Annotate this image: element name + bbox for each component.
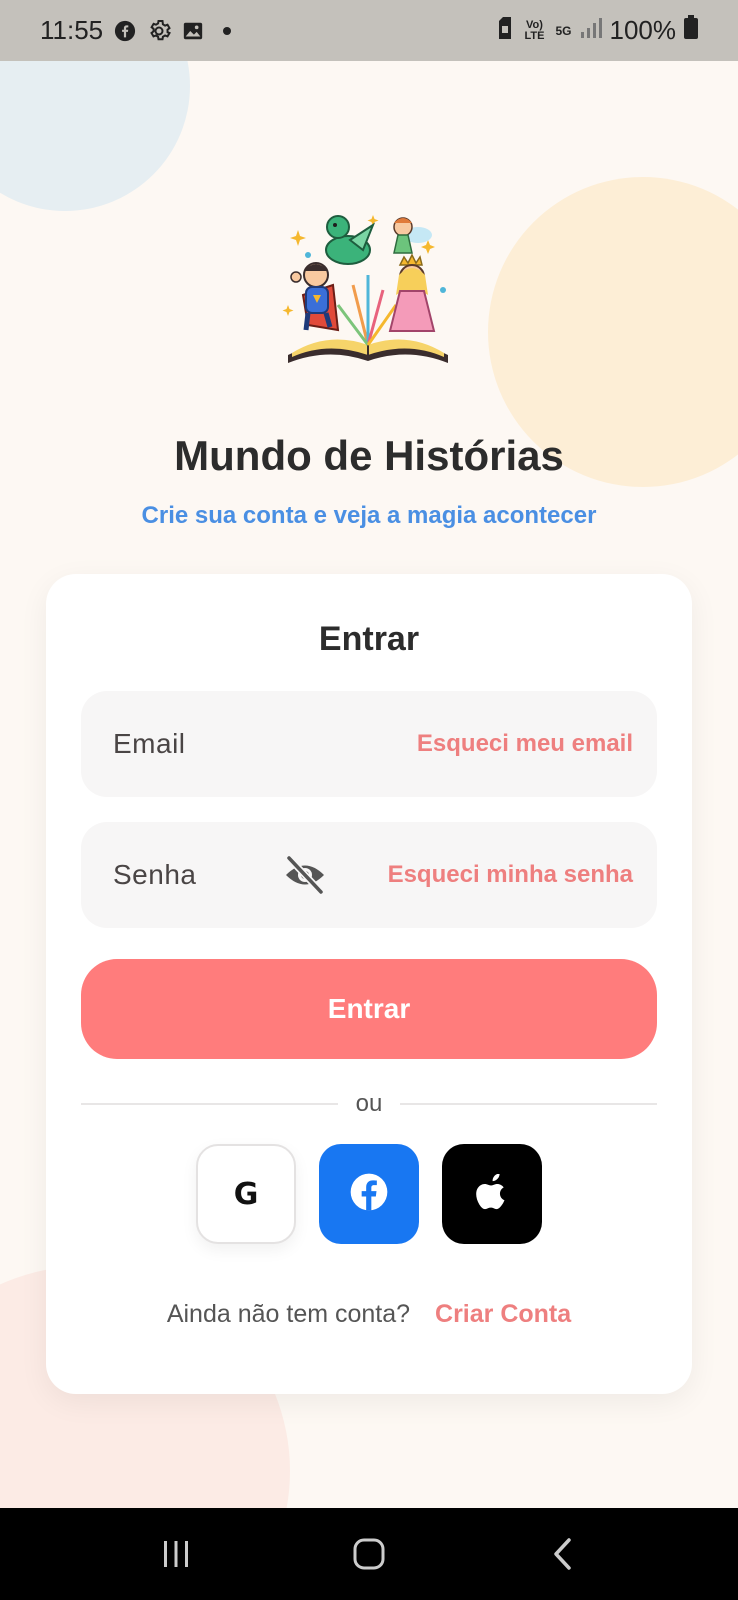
volte-label: Vo) LTE	[524, 18, 545, 42]
home-icon[interactable]	[339, 1524, 399, 1584]
or-divider: ou	[81, 1088, 658, 1120]
app-title: Mundo de Histórias	[174, 432, 564, 479]
battery-percent: 100%	[609, 15, 677, 45]
signup-prompt: Ainda não tem conta?	[166, 1300, 411, 1328]
eye-off-icon[interactable]	[283, 854, 327, 896]
password-field[interactable]: Senha Esqueci minha senha	[81, 822, 657, 928]
password-label: Senha	[113, 859, 197, 890]
google-login-button[interactable]: G	[196, 1144, 296, 1244]
forgot-email-link[interactable]: Esqueci meu email	[417, 730, 633, 758]
sim-icon	[497, 15, 513, 46]
gallery-icon	[181, 19, 205, 43]
recent-apps-icon[interactable]	[146, 1524, 206, 1584]
bg-circle-blue	[0, 61, 190, 211]
dot-icon	[215, 19, 239, 43]
status-bar: 11:55 Vo) LTE 5G 100%	[0, 0, 738, 61]
email-field[interactable]: Email Esqueci meu email	[81, 691, 657, 797]
apple-icon	[476, 1172, 508, 1215]
divider-line-left	[81, 1103, 338, 1105]
settings-icon	[147, 19, 172, 43]
system-nav-bar	[0, 1508, 738, 1600]
divider-text: ou	[355, 1090, 383, 1117]
status-time: 11:55	[40, 15, 104, 45]
login-card: Entrar Email Esqueci meu email Senha Esq…	[46, 574, 692, 1394]
login-title: Entrar	[318, 620, 420, 658]
apple-login-button[interactable]	[442, 1144, 542, 1244]
back-icon[interactable]	[532, 1524, 592, 1584]
storybook-illustration	[278, 205, 458, 370]
network-5g-label: 5G	[555, 23, 572, 38]
signal-icon	[580, 15, 602, 46]
status-left: 11:55	[40, 15, 239, 46]
battery-icon	[684, 15, 698, 46]
email-label: Email	[113, 728, 186, 759]
facebook-icon	[113, 19, 137, 43]
signup-row: Ainda não tem conta? Criar Conta	[46, 1300, 692, 1329]
forgot-password-link[interactable]: Esqueci minha senha	[388, 861, 633, 889]
facebook-icon	[349, 1172, 389, 1217]
app-subtitle: Crie sua conta e veja a magia acontecer	[141, 502, 597, 529]
login-button[interactable]: Entrar	[81, 959, 657, 1059]
facebook-login-button[interactable]	[319, 1144, 419, 1244]
google-icon: G	[233, 1176, 259, 1212]
divider-line-right	[400, 1103, 658, 1105]
create-account-link[interactable]: Criar Conta	[435, 1300, 571, 1328]
status-right: Vo) LTE 5G 100%	[497, 15, 698, 46]
